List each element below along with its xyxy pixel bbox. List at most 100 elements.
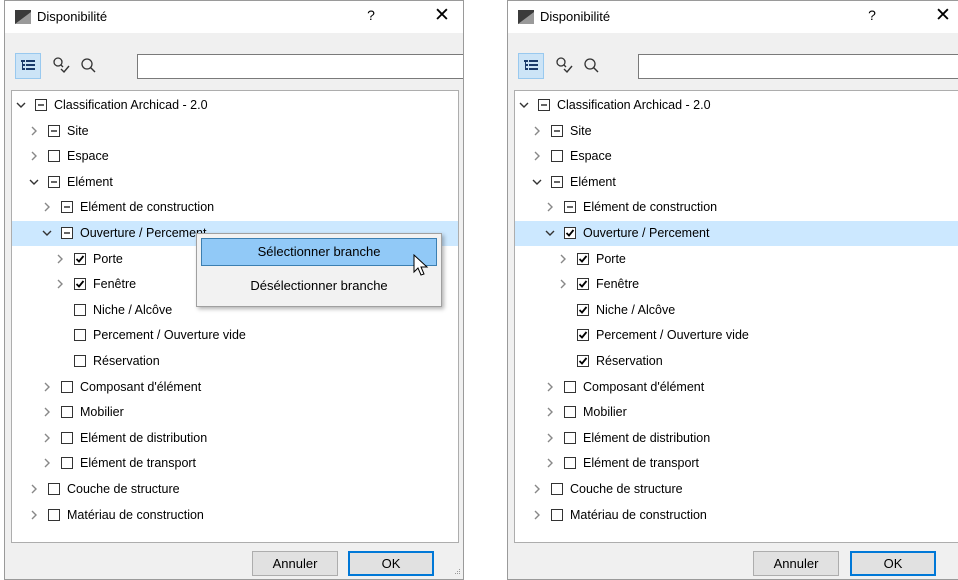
checkbox-unchecked[interactable] <box>48 508 60 521</box>
chevron-down-icon[interactable] <box>41 226 53 240</box>
checkbox-unchecked[interactable] <box>551 483 563 495</box>
chevron-right-icon[interactable] <box>544 200 556 214</box>
chevron-right-icon[interactable] <box>531 149 543 163</box>
tree-row[interactable]: Mobilier <box>12 400 458 425</box>
menu-item-select-branch[interactable]: Sélectionner branche <box>201 238 437 266</box>
checkbox-unchecked[interactable] <box>564 431 576 444</box>
tree-row[interactable]: Percement / Ouverture vide <box>12 323 458 348</box>
chevron-right-icon[interactable] <box>531 508 543 522</box>
cancel-button[interactable]: Annuler <box>252 551 338 576</box>
chevron-down-icon[interactable] <box>15 98 27 112</box>
tree-row[interactable]: Classification Archicad - 2.0 <box>515 93 958 118</box>
checkbox-partial[interactable] <box>61 227 73 239</box>
chevron-right-icon[interactable] <box>54 277 66 291</box>
title-bar[interactable]: Disponibilité ? ✕ <box>5 1 463 33</box>
tree-row[interactable]: Composant d'élément <box>515 375 958 400</box>
checkbox-unchecked[interactable] <box>74 329 86 342</box>
search-button[interactable] <box>76 53 102 79</box>
tree-view-button[interactable] <box>518 53 544 79</box>
tree-row[interactable]: Niche / Alcôve <box>515 298 958 323</box>
chevron-right-icon[interactable] <box>557 277 569 291</box>
checkbox-partial[interactable] <box>48 124 60 137</box>
checkbox-unchecked[interactable] <box>564 457 576 470</box>
tree-row[interactable]: Elément de transport <box>515 451 958 476</box>
tree-row[interactable]: Couche de structure <box>12 477 458 502</box>
tree-row[interactable]: Elément de distribution <box>515 426 958 451</box>
tree-view-button[interactable] <box>15 53 41 79</box>
checkbox-unchecked[interactable] <box>551 508 563 521</box>
chevron-right-icon[interactable] <box>41 200 53 214</box>
search-button[interactable] <box>579 53 605 79</box>
tree-row[interactable]: Percement / Ouverture vide <box>515 323 958 348</box>
chevron-right-icon[interactable] <box>531 482 543 496</box>
close-button[interactable]: ✕ <box>926 4 958 27</box>
filter-button[interactable] <box>48 53 74 79</box>
classification-tree[interactable]: Classification Archicad - 2.0 Site Espace E… <box>514 90 958 543</box>
close-button[interactable]: ✕ <box>425 4 459 27</box>
ok-button[interactable]: OK <box>850 551 936 576</box>
tree-row[interactable]: Composant d'élément <box>12 375 458 400</box>
chevron-down-icon[interactable] <box>531 175 543 189</box>
tree-row[interactable]: Classification Archicad - 2.0 <box>12 93 458 118</box>
resize-grip-icon[interactable] <box>451 567 461 577</box>
chevron-right-icon[interactable] <box>41 431 53 445</box>
checkbox-unchecked[interactable] <box>48 150 60 163</box>
tree-row[interactable]: Réservation <box>515 349 958 374</box>
tree-row[interactable]: Elément de distribution <box>12 426 458 451</box>
checkbox-checked[interactable] <box>564 227 576 239</box>
tree-row[interactable]: Fenêtre <box>515 272 958 297</box>
checkbox-checked[interactable] <box>577 278 589 291</box>
checkbox-partial[interactable] <box>35 99 47 111</box>
chevron-right-icon[interactable] <box>28 149 40 163</box>
chevron-right-icon[interactable] <box>54 252 66 266</box>
chevron-right-icon[interactable] <box>28 124 40 138</box>
checkbox-checked[interactable] <box>74 278 86 291</box>
tree-row[interactable]: Elément <box>12 170 458 195</box>
tree-row[interactable]: Réservation <box>12 349 458 374</box>
tree-row[interactable]: Matériau de construction <box>515 503 958 528</box>
tree-row[interactable]: Matériau de construction <box>12 503 458 528</box>
tree-row[interactable]: Espace <box>515 144 958 169</box>
help-button[interactable]: ? <box>356 7 386 23</box>
checkbox-checked[interactable] <box>74 252 86 265</box>
help-button[interactable]: ? <box>857 7 887 23</box>
tree-row[interactable]: Couche de structure <box>515 477 958 502</box>
chevron-right-icon[interactable] <box>41 456 53 470</box>
search-input[interactable] <box>137 54 463 79</box>
tree-row[interactable]: Mobilier <box>515 400 958 425</box>
checkbox-unchecked[interactable] <box>48 483 60 495</box>
tree-row[interactable]: Elément <box>515 170 958 195</box>
checkbox-unchecked[interactable] <box>61 431 73 444</box>
menu-item-deselect-branch[interactable]: Désélectionner branche <box>201 272 437 300</box>
checkbox-checked[interactable] <box>577 303 589 316</box>
checkbox-partial[interactable] <box>551 175 563 188</box>
tree-row[interactable]: Ouverture / Percement <box>515 221 958 246</box>
chevron-right-icon[interactable] <box>41 380 53 394</box>
checkbox-unchecked[interactable] <box>564 406 576 419</box>
checkbox-partial[interactable] <box>551 124 563 137</box>
chevron-right-icon[interactable] <box>544 380 556 394</box>
chevron-right-icon[interactable] <box>544 456 556 470</box>
tree-row[interactable]: Site <box>12 119 458 144</box>
checkbox-unchecked[interactable] <box>564 380 576 393</box>
checkbox-partial[interactable] <box>48 175 60 188</box>
tree-row[interactable]: Elément de construction <box>12 195 458 220</box>
classification-tree[interactable]: Classification Archicad - 2.0 Site Espace E… <box>11 90 459 543</box>
chevron-down-icon[interactable] <box>544 226 556 240</box>
checkbox-checked[interactable] <box>577 329 589 342</box>
checkbox-partial[interactable] <box>564 201 576 214</box>
checkbox-partial[interactable] <box>61 201 73 214</box>
tree-row[interactable]: Espace <box>12 144 458 169</box>
filter-button[interactable] <box>551 53 577 79</box>
tree-row[interactable]: Elément de transport <box>12 451 458 476</box>
chevron-down-icon[interactable] <box>28 175 40 189</box>
checkbox-checked[interactable] <box>577 252 589 265</box>
checkbox-unchecked[interactable] <box>551 150 563 163</box>
chevron-right-icon[interactable] <box>544 405 556 419</box>
chevron-right-icon[interactable] <box>557 252 569 266</box>
checkbox-unchecked[interactable] <box>74 355 86 367</box>
checkbox-unchecked[interactable] <box>61 457 73 470</box>
chevron-right-icon[interactable] <box>28 508 40 522</box>
tree-row[interactable]: Porte <box>515 247 958 272</box>
tree-row[interactable]: Elément de construction <box>515 195 958 220</box>
